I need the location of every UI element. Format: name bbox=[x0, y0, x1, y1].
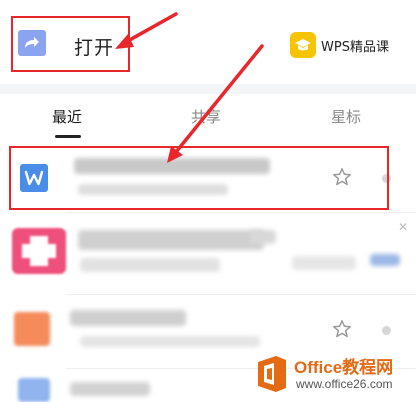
watermark: Office教程网 www.office26.com bbox=[250, 350, 416, 402]
graduation-cap-icon bbox=[290, 32, 316, 58]
open-button[interactable]: 打开 bbox=[12, 16, 128, 70]
file-name-redacted bbox=[70, 310, 186, 326]
watermark-brand: Office教程网 bbox=[294, 358, 394, 377]
file-meta-redacted bbox=[292, 256, 356, 270]
top-bar: 打开 WPS精品课 bbox=[0, 0, 416, 84]
tab-starred[interactable]: 星标 bbox=[331, 106, 361, 127]
tab-bar: 最近 共享 星标 bbox=[0, 94, 416, 140]
row-separator bbox=[66, 212, 416, 213]
wps-writer-icon bbox=[20, 164, 48, 192]
open-folder-icon bbox=[18, 30, 46, 56]
share-tag-redacted bbox=[370, 254, 400, 266]
star-icon[interactable] bbox=[331, 166, 353, 188]
file-meta-redacted bbox=[80, 258, 220, 272]
star-icon[interactable] bbox=[331, 318, 353, 340]
file-name-redacted bbox=[78, 230, 264, 250]
close-icon[interactable]: ✕ bbox=[398, 220, 408, 234]
file-name-redacted bbox=[70, 382, 150, 396]
row-separator bbox=[66, 294, 416, 295]
file-meta-redacted bbox=[80, 336, 260, 347]
file-row[interactable]: ✕ bbox=[0, 216, 416, 282]
office-logo-icon bbox=[258, 356, 286, 392]
more-options-icon[interactable] bbox=[382, 326, 391, 335]
wps-pdf-icon bbox=[12, 228, 66, 274]
wps-writer-icon bbox=[18, 378, 50, 402]
file-row[interactable] bbox=[0, 144, 416, 210]
wps-course-label: WPS精品课 bbox=[321, 40, 389, 55]
tab-shared[interactable]: 共享 bbox=[191, 106, 221, 127]
file-name-redacted bbox=[250, 230, 276, 244]
wps-presentation-icon bbox=[14, 312, 50, 346]
section-divider bbox=[0, 84, 416, 94]
more-options-icon[interactable] bbox=[382, 174, 391, 183]
file-meta-redacted bbox=[78, 184, 228, 195]
watermark-url: www.office26.com bbox=[296, 377, 393, 391]
open-label: 打开 bbox=[74, 37, 115, 59]
tab-recent[interactable]: 最近 bbox=[52, 106, 82, 127]
file-name-redacted bbox=[74, 158, 270, 174]
active-tab-indicator bbox=[55, 135, 81, 138]
